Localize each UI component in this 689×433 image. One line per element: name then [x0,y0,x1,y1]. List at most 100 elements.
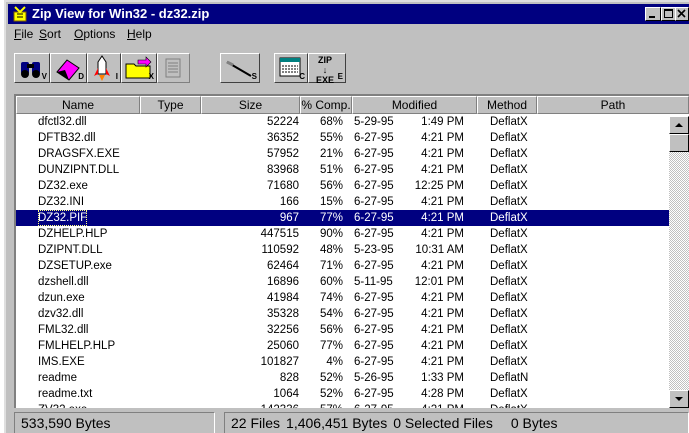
column-type[interactable]: Type [140,96,201,114]
file-method: DeflatX [490,308,528,320]
menu-file[interactable]: File [14,27,33,41]
scroll-thumb[interactable] [669,134,689,152]
file-compression: 21% [319,148,343,160]
file-method: DeflatX [490,212,528,224]
file-date: 6-27-95 [354,402,410,408]
column-modified[interactable]: Modified [352,96,477,114]
menu-help[interactable]: Help [127,27,152,41]
file-time: 12:01 PM [414,276,464,288]
view-button[interactable]: V [14,53,50,83]
file-row[interactable]: FMLHELP.HLP 25060 77% 6-27-95 4:21 PM DeflatX [16,338,677,354]
file-size: 110592 [261,244,299,256]
column-compression[interactable]: % Comp. [300,96,352,114]
file-row[interactable]: DRAGSFX.EXE 57952 21% 6-27-95 4:21 PM DeflatX [16,146,677,162]
minimize-icon [649,16,655,18]
file-name: readme [38,372,77,384]
extract-button[interactable]: X [121,53,157,83]
column-name[interactable]: Name [16,96,140,114]
status-selected-bytes: 0 Bytes [510,415,558,431]
title-bar[interactable]: Zip View for Win32 - dz32.zip [8,4,689,24]
menu-sort[interactable]: Sort [39,27,61,41]
file-row[interactable]: FML32.dll 32256 56% 6-27-95 4:21 PM DeflatX [16,322,677,338]
file-method: DeflatX [490,356,528,368]
sfx-button[interactable]: S [220,53,260,83]
file-size: 101827 [260,356,299,368]
file-list[interactable]: Name Type Size % Comp. Modified Method P… [14,94,689,408]
file-time: 4:21 PM [421,148,464,160]
file-time: 4:21 PM [421,292,464,304]
checksum-button[interactable]: C [274,53,308,83]
file-row[interactable]: DZ32.PIF 967 77% 6-27-95 4:21 PM DeflatX [16,210,677,226]
file-method: DeflatX [490,276,528,288]
menu-sort-label: ort [47,27,62,41]
file-method: DeflatX [490,260,528,272]
menu-bar: File Sort Options Help [8,24,689,43]
file-row[interactable]: DZ32.exe 71680 56% 6-27-95 12:25 PM DeflatX [16,178,677,194]
file-row[interactable]: DZSETUP.exe 62464 71% 6-27-95 4:21 PM DeflatX [16,258,677,274]
file-name: dzshell.dll [38,276,89,288]
file-compression: 15% [319,196,343,208]
file-row[interactable]: dzun.exe 41984 74% 6-27-95 4:21 PM DeflatX [16,290,677,306]
file-name: DZIPNT.DLL [38,244,103,256]
file-size: 967 [279,212,299,224]
minimize-button[interactable] [645,7,661,21]
zip-exe-button[interactable]: ZIP ↓ EXE E [308,53,346,85]
file-row[interactable]: DZ32.INI 166 15% 6-27-95 4:21 PM DeflatX [16,194,677,210]
file-time: 12:25 PM [414,180,464,192]
file-row[interactable]: dzshell.dll 16896 60% 5-11-95 12:01 PM Deflat… [16,274,677,290]
status-bar: 533,590 Bytes 22 Files 1,406,451 Bytes 0 S… [8,410,689,433]
file-size: 71680 [267,180,299,192]
menu-sort-accelerator: S [39,27,48,41]
file-row[interactable]: DZHELP.HLP 447515 90% 6-27-95 4:21 PM DeflatX [16,226,677,242]
zip-view-app-icon[interactable] [12,6,28,22]
file-row[interactable]: dfctl32.dll 52224 68% 5-29-95 1:49 PM DeflatX [16,114,677,130]
column-size[interactable]: Size [201,96,300,114]
scroll-track[interactable] [669,134,689,390]
file-date: 6-27-95 [354,292,394,304]
install-button[interactable]: I [87,53,121,83]
zip-label: ZIP [317,55,332,65]
status-file-count: 22 Files [231,415,281,431]
column-path[interactable]: Path [537,96,689,114]
file-size: 32256 [267,324,299,336]
sfx-shortcut: S [251,72,257,81]
file-name: FMLHELP.HLP [38,340,116,352]
delete-shortcut: D [78,72,84,81]
file-date: 6-27-95 [354,260,394,272]
file-time: 4:21 PM [421,228,464,240]
file-date: 6-27-95 [354,308,394,320]
vertical-scrollbar[interactable] [669,116,689,408]
blank-page-icon [165,58,181,78]
disabled-tool-button[interactable] [157,53,190,83]
toolbar: V D I X S C ZIP ↓ EXE E [8,44,689,90]
menu-file-label: ile [21,27,34,41]
delete-button[interactable]: D [50,53,87,83]
file-row[interactable]: DUNZIPNT.DLL 83968 51% 6-27-95 4:21 PM Deflat… [16,162,677,178]
file-compression: 56% [319,324,343,336]
menu-help-accelerator: H [127,27,136,41]
status-summary: 22 Files 1,406,451 Bytes 0 Selected Files 0… [224,412,689,433]
file-date: 6-27-95 [354,180,394,192]
file-date: 6-27-95 [354,132,394,144]
file-date: 6-27-95 [354,388,394,400]
file-time: 4:21 PM [421,340,464,352]
close-button[interactable] [675,7,689,21]
exe-label: EXE [315,75,334,85]
file-date: 6-27-95 [354,148,394,160]
menu-options[interactable]: Options [74,27,115,41]
scroll-up-button[interactable] [669,116,689,134]
file-row[interactable]: DZIPNT.DLL 110592 48% 5-23-95 10:31 AM Deflat… [16,242,677,258]
column-method[interactable]: Method [477,96,537,114]
file-row[interactable]: IMS.EXE 101827 4% 6-27-95 4:21 PM DeflatX [16,354,677,370]
column-header-row: Name Type Size % Comp. Modified Method P… [16,96,689,114]
file-row[interactable]: dzv32.dll 35328 54% 6-27-95 4:21 PM DeflatX [16,306,677,322]
file-time: 4:21 PM [421,324,464,336]
file-time: 4:21 PM [421,196,464,208]
file-row[interactable]: readme.txt 1064 52% 6-27-95 4:28 PM DeflatX [16,386,677,402]
file-size: 83968 [267,164,299,176]
scroll-down-button[interactable] [669,390,689,408]
file-row[interactable]: ZV32.exe 14233657% 6-27-954:21 PM DeflatX [16,402,677,408]
file-row[interactable]: readme 828 52% 5-26-95 1:33 PM DeflatN [16,370,677,386]
file-row[interactable]: DFTB32.dll 36352 55% 6-27-95 4:21 PM DeflatX [16,130,677,146]
file-time: 4:21 PM [421,356,464,368]
